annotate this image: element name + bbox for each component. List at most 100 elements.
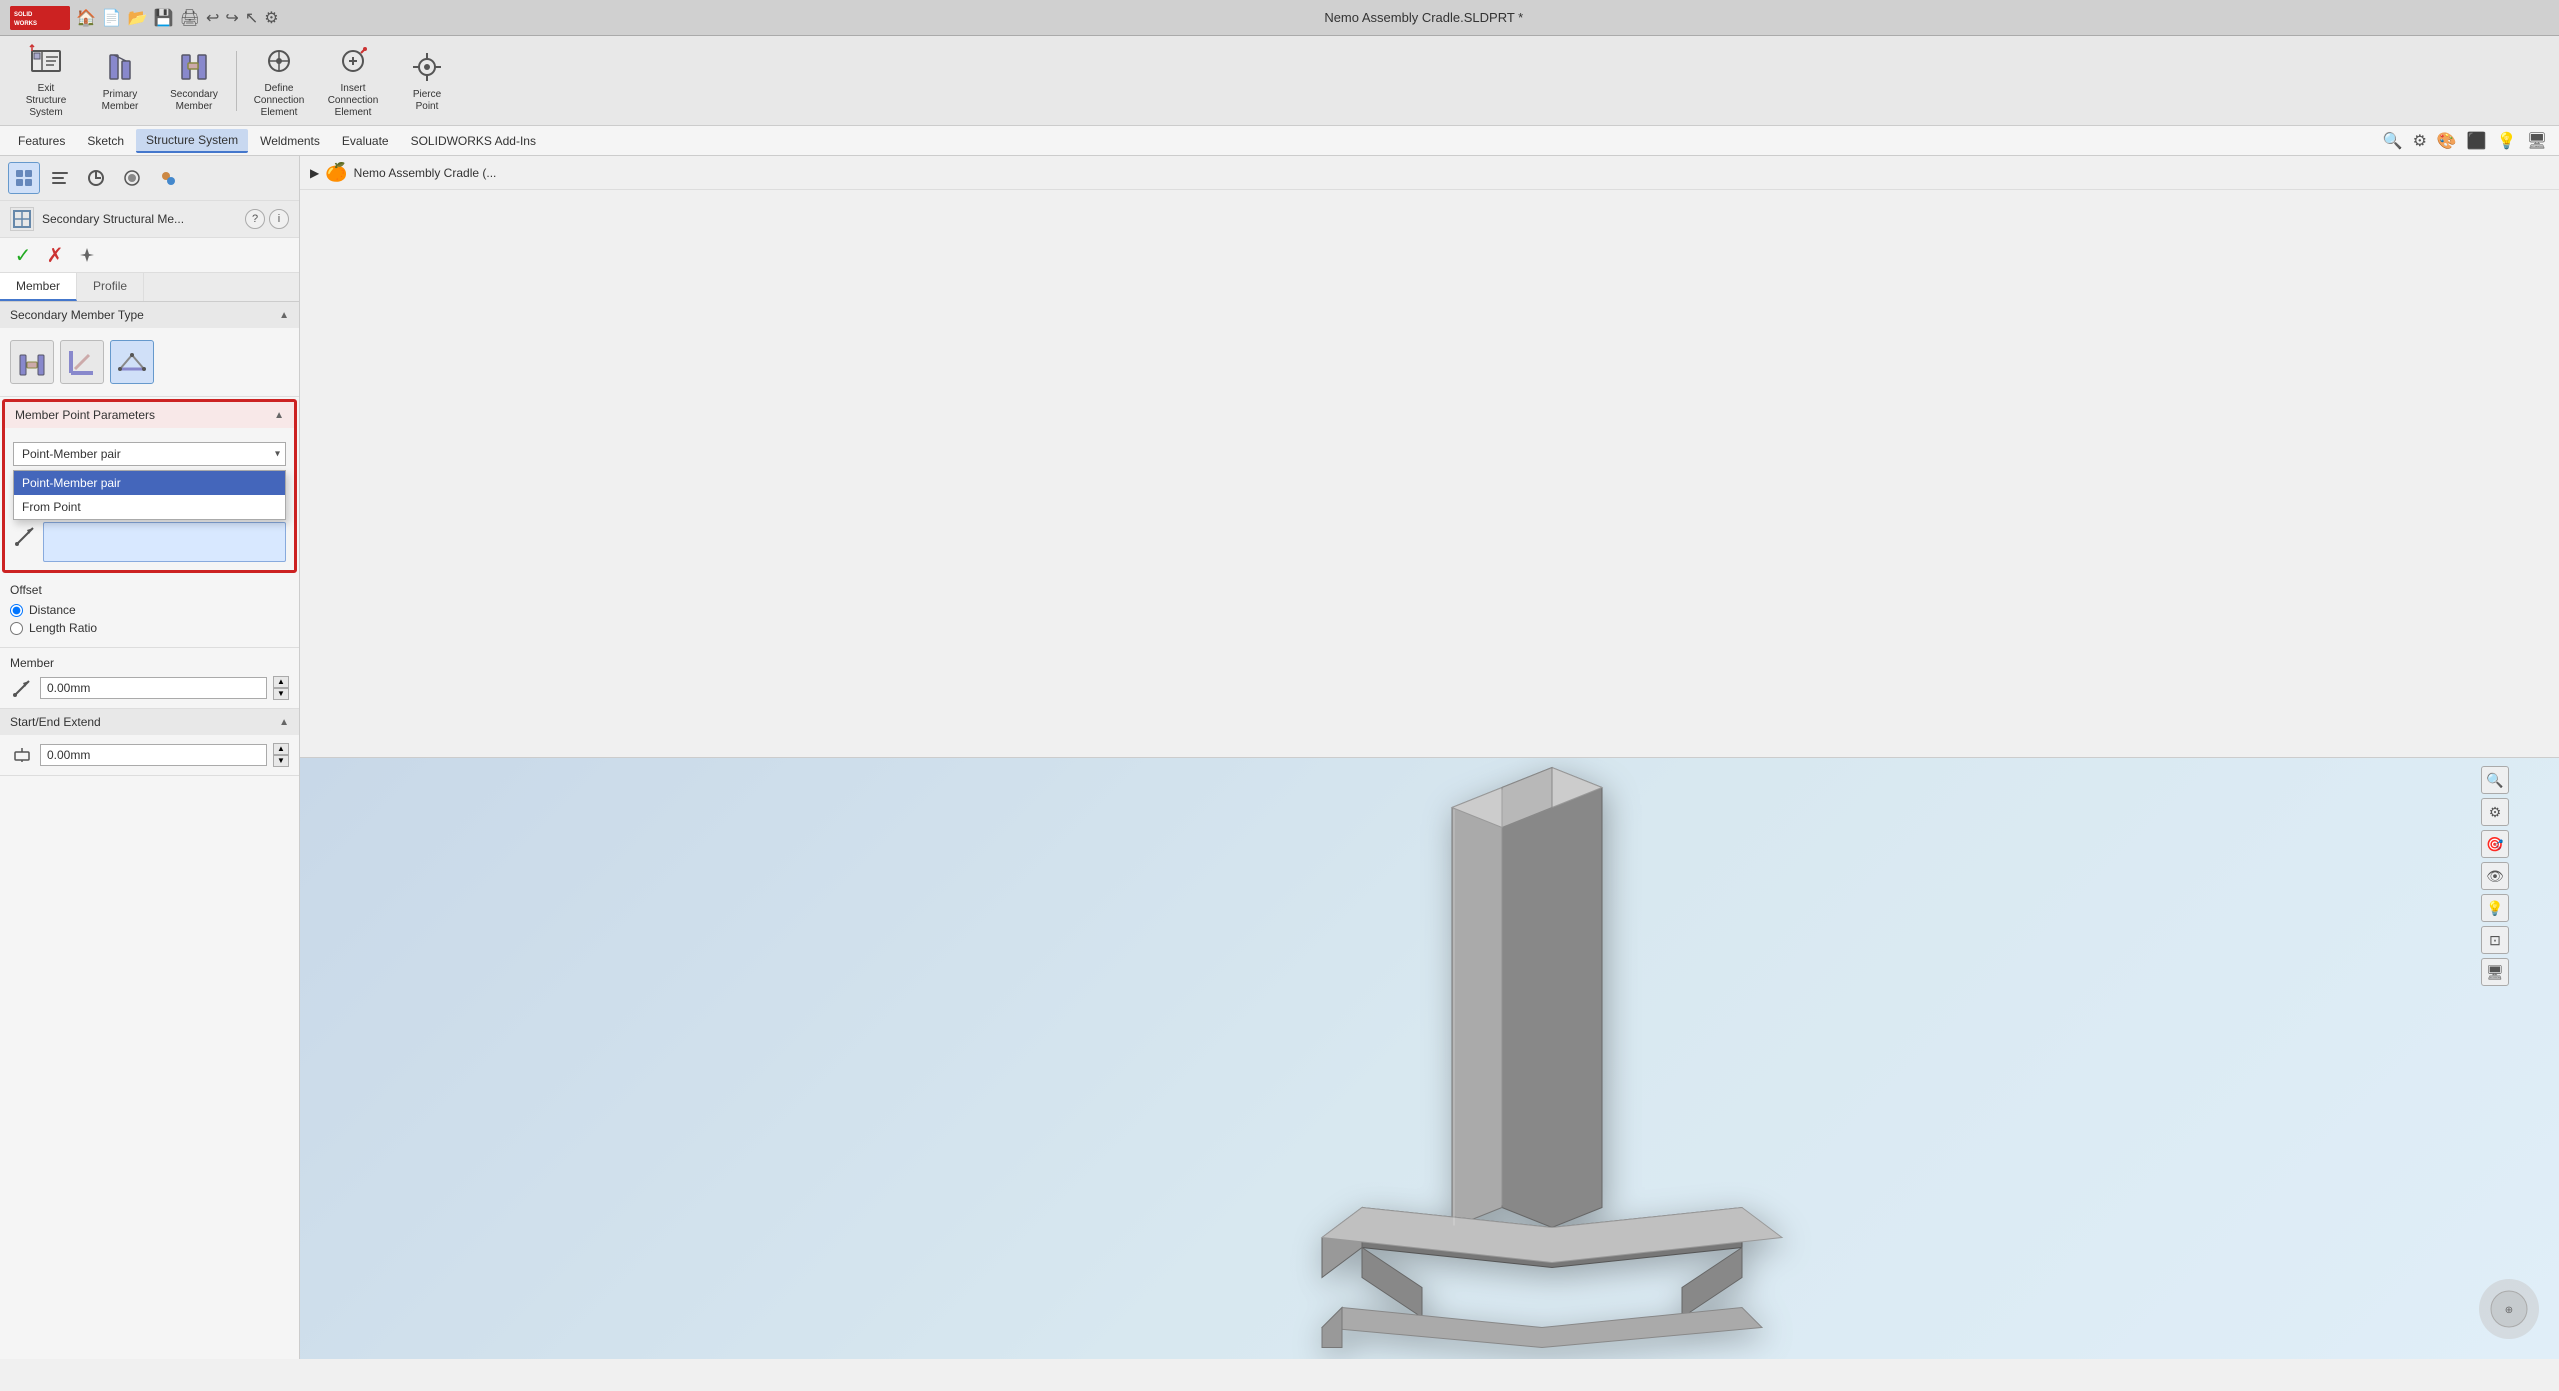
dropdown-option-from-point[interactable]: From Point — [14, 495, 285, 519]
viewport[interactable]: 🔍 ⚙ 🎯 👁 💡 ⊡ 🖥 — [300, 758, 2559, 1359]
action-buttons-row: ✓ ✗ — [0, 238, 299, 273]
help-info-btn[interactable]: i — [269, 209, 289, 229]
select-icon[interactable]: ↖ — [245, 8, 258, 28]
display-states-icon-btn[interactable] — [116, 162, 148, 194]
secondary-member-type-header[interactable]: Secondary Member Type ▲ — [0, 302, 299, 328]
extend-value-spin-down[interactable]: ▼ — [273, 755, 289, 767]
print-icon[interactable]: 🖨 — [180, 8, 200, 28]
start-end-extend-content: ▲ ▼ — [0, 735, 299, 775]
member-point-row — [13, 522, 286, 562]
length-ratio-radio[interactable] — [10, 622, 23, 635]
vp-view-icon[interactable]: 👁 — [2481, 862, 2509, 890]
assembly-icon: 🍊 — [325, 162, 347, 183]
redo-icon[interactable]: ↪ — [225, 8, 238, 28]
new-icon[interactable]: 📄 — [102, 8, 122, 28]
member-value-input[interactable]: 0.00mm — [40, 677, 267, 699]
length-ratio-radio-row: Length Ratio — [10, 621, 289, 635]
start-end-extend-header[interactable]: Start/End Extend ▲ — [0, 709, 299, 735]
viewport-icon-column: 🔍 ⚙ 🎯 👁 💡 ⊡ 🖥 — [2481, 766, 2509, 986]
pin-button[interactable] — [74, 242, 100, 268]
truss-type-btn[interactable] — [110, 340, 154, 384]
svg-text:WORKS: WORKS — [14, 21, 37, 27]
svg-text:⊕: ⊕ — [2505, 1305, 2513, 1316]
secondary-member-label: SecondaryMember — [170, 89, 218, 113]
undo-icon[interactable]: ↩ — [206, 8, 219, 28]
member-value-spin-up[interactable]: ▲ — [273, 676, 289, 688]
start-end-extend-collapse-icon: ▲ — [279, 717, 289, 728]
define-connection-element-button[interactable]: DefineConnectionElement — [243, 42, 315, 120]
offset-section: Offset Distance Length Ratio — [0, 575, 299, 648]
view-3d-icon[interactable]: 🎨 — [2437, 131, 2457, 151]
configuration-manager-icon-btn[interactable] — [80, 162, 112, 194]
menu-features[interactable]: Features — [8, 130, 75, 152]
tab-member[interactable]: Member — [0, 273, 77, 301]
tree-area: ▶ 🍊 Nemo Assembly Cradle (... — [300, 156, 2559, 758]
primary-member-icon — [102, 49, 138, 85]
exit-structure-system-label: ExitStructureSystem — [26, 83, 67, 119]
tree-header: ▶ 🍊 Nemo Assembly Cradle (... — [300, 156, 2559, 190]
start-end-extend-label: Start/End Extend — [10, 715, 101, 729]
options-icon[interactable]: ⚙ — [264, 8, 278, 28]
offset-label: Offset — [10, 583, 289, 597]
define-connection-label: DefineConnectionElement — [254, 83, 305, 119]
extend-value-input[interactable] — [40, 744, 267, 766]
display-manager-icon[interactable]: 🖥 — [2527, 131, 2547, 151]
secondary-member-icon — [176, 49, 212, 85]
insert-connection-element-button[interactable]: InsertConnectionElement — [317, 42, 389, 120]
member-value-spinners: ▲ ▼ — [273, 676, 289, 700]
menu-sketch[interactable]: Sketch — [77, 130, 134, 152]
expand-tree-icon[interactable]: ▶ — [310, 166, 319, 180]
view-settings-icon[interactable]: ⚙ — [2413, 131, 2427, 151]
exit-structure-system-button[interactable]: ExitStructureSystem — [10, 42, 82, 120]
dropdown-option-point-member-pair[interactable]: Point-Member pair — [14, 471, 285, 495]
length-ratio-radio-label[interactable]: Length Ratio — [29, 621, 97, 635]
menu-bar: Features Sketch Structure System Weldmen… — [0, 126, 2559, 156]
model-container — [1242, 758, 1842, 1359]
search-icon[interactable]: 🔍 — [2383, 131, 2403, 151]
secondary-structural-icon — [10, 207, 34, 231]
left-panel: Secondary Structural Me... ? i ✓ ✗ Membe… — [0, 156, 300, 1359]
secondary-member-button[interactable]: SecondaryMember — [158, 42, 230, 120]
primary-member-button[interactable]: PrimaryMember — [84, 42, 156, 120]
vp-filter-icon[interactable]: ⊡ — [2481, 926, 2509, 954]
member-value-spin-down[interactable]: ▼ — [273, 688, 289, 700]
distance-radio[interactable] — [10, 604, 23, 617]
member-point-dropdown[interactable]: Point-Member pair From Point — [13, 442, 286, 466]
main-toolbar: ExitStructureSystem PrimaryMember Second… — [0, 36, 2559, 126]
tab-profile[interactable]: Profile — [77, 273, 144, 301]
menu-structure-system[interactable]: Structure System — [136, 129, 248, 153]
help-question-btn[interactable]: ? — [245, 209, 265, 229]
vp-settings-icon[interactable]: ⚙ — [2481, 798, 2509, 826]
appearance-icon-btn[interactable] — [152, 162, 184, 194]
vp-search-icon[interactable]: 🔍 — [2481, 766, 2509, 794]
member-point-parameters-header[interactable]: Member Point Parameters ▲ — [5, 402, 294, 428]
member-point-selection-list[interactable] — [43, 522, 286, 562]
parallel-type-btn[interactable] — [10, 340, 54, 384]
home-icon[interactable]: 🏠 — [76, 8, 96, 28]
cancel-button[interactable]: ✗ — [42, 242, 68, 268]
pierce-point-button[interactable]: PiercePoint — [391, 42, 463, 120]
3d-model-svg — [1242, 758, 1842, 1359]
member-value-row: 0.00mm ▲ ▼ — [10, 676, 289, 700]
logo-text: SOLID WORKS — [10, 6, 70, 30]
vp-orient-icon[interactable]: 🎯 — [2481, 830, 2509, 858]
type-icons-row — [10, 336, 289, 388]
feature-manager-icon-btn[interactable] — [8, 162, 40, 194]
menu-evaluate[interactable]: Evaluate — [332, 130, 399, 152]
dropdown-wrapper: Point-Member pair From Point ▾ Point-Mem… — [13, 442, 286, 466]
angular-type-btn[interactable] — [60, 340, 104, 384]
property-manager-icon-btn[interactable] — [44, 162, 76, 194]
extend-value-spin-up[interactable]: ▲ — [273, 743, 289, 755]
open-icon[interactable]: 📂 — [128, 8, 148, 28]
distance-radio-label[interactable]: Distance — [29, 603, 76, 617]
vp-display-icon[interactable]: 🖥 — [2481, 958, 2509, 986]
view-render-icon[interactable]: 💡 — [2497, 131, 2517, 151]
menu-weldments[interactable]: Weldments — [250, 130, 330, 152]
confirm-button[interactable]: ✓ — [10, 242, 36, 268]
menu-solidworks-addins[interactable]: SOLIDWORKS Add-Ins — [401, 130, 546, 152]
save-icon[interactable]: 💾 — [154, 8, 174, 28]
view-cube-icon[interactable]: ⬛ — [2467, 131, 2487, 151]
member-value-icon — [10, 676, 34, 700]
extend-value-row: ▲ ▼ — [10, 743, 289, 767]
vp-render-icon[interactable]: 💡 — [2481, 894, 2509, 922]
